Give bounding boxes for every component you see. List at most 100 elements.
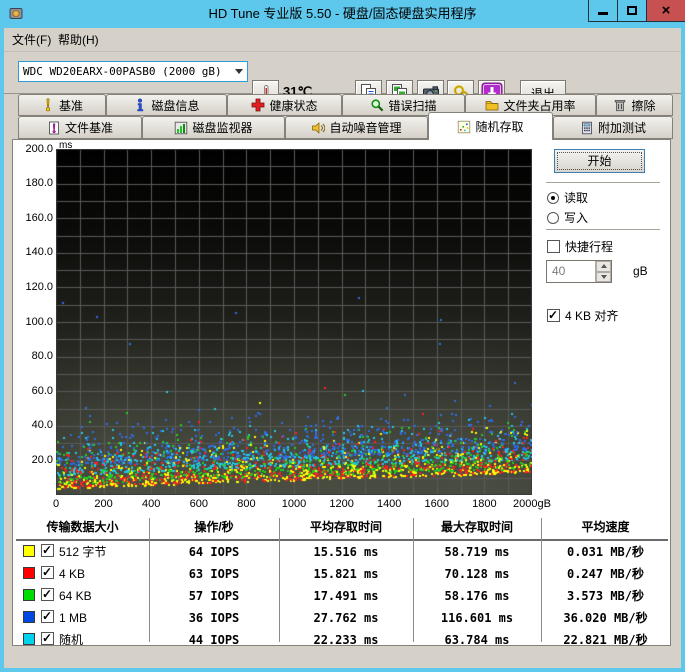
disk-monitor-icon: [175, 121, 188, 134]
window-title: HD Tune 专业版 5.50 - 硬盘/固态硬盘实用程序: [208, 6, 477, 21]
table-row-64kb: 64 KB 57 IOPS 17.491 ms 58.176 ms 3.573 …: [13, 585, 670, 607]
start-button[interactable]: 开始: [554, 149, 645, 173]
avg-access-value: 15.516 ms: [313, 545, 379, 559]
tab-file-benchmark[interactable]: 文件基准: [18, 116, 142, 139]
write-radio[interactable]: [547, 211, 559, 224]
tab-label: 附加测试: [597, 121, 646, 135]
x-tick-label: 600: [189, 498, 208, 510]
avg-speed-value: 22.821 MB/秒: [563, 633, 648, 647]
tab-disk-monitor[interactable]: 磁盘监视器: [142, 116, 285, 139]
client-area: 文件(F) 帮助(H) WDC WD20EARX-00PASB0 (2000 g…: [4, 28, 681, 668]
max-access-value: 58.176 ms: [444, 589, 510, 603]
tab-benchmark[interactable]: 基准: [18, 94, 106, 116]
short-stroke-row[interactable]: 快捷行程: [547, 238, 613, 255]
table-row-512b: 512 字节 64 IOPS 15.516 ms 58.719 ms 0.031…: [13, 541, 670, 563]
tab-label: 磁盘监视器: [192, 121, 253, 135]
series-checkbox[interactable]: [41, 588, 54, 601]
col-header-ops: 操作/秒: [194, 520, 234, 534]
avg-speed-value: 3.573 MB/秒: [566, 589, 645, 603]
y-tick-label: 20.0: [31, 453, 53, 466]
tab-label: 随机存取: [475, 120, 524, 134]
y-tick-label: 180.0: [25, 177, 53, 190]
iops-value: 63 IOPS: [188, 567, 240, 581]
short-stroke-spinner[interactable]: 40: [546, 260, 612, 283]
folder-usage-icon: [486, 101, 499, 111]
y-tick-label: 140.0: [25, 246, 53, 259]
series-checkbox[interactable]: [41, 544, 54, 557]
read-radio[interactable]: [547, 191, 559, 204]
x-tick-label: 1000: [281, 498, 307, 510]
x-tick-label: 1400: [376, 498, 402, 510]
write-radio-row[interactable]: 写入: [547, 209, 588, 226]
title-bar: HD Tune 专业版 5.50 - 硬盘/固态硬盘实用程序 ×: [0, 0, 685, 28]
minimize-button[interactable]: [588, 0, 617, 22]
menu-file[interactable]: 文件(F): [6, 28, 57, 52]
tab-label: 磁盘信息: [151, 98, 200, 113]
read-radio-label: 读取: [564, 191, 589, 205]
align-row[interactable]: 4 KB 对齐: [547, 307, 618, 324]
spinner-down-button[interactable]: [596, 271, 611, 282]
tab-erase[interactable]: 擦除: [596, 94, 673, 116]
table-row-1mb: 1 MB 36 IOPS 27.762 ms 116.601 ms 36.020…: [13, 607, 670, 629]
series-color-swatch: [23, 545, 35, 557]
x-tick-label: 800: [237, 498, 256, 510]
down-arrow-icon: [600, 274, 607, 279]
series-checkbox[interactable]: [41, 632, 54, 645]
series-label: 4 KB: [59, 567, 86, 581]
avg-access-value: 15.821 ms: [313, 567, 379, 581]
series-label: 1 MB: [59, 611, 88, 625]
read-radio-row[interactable]: 读取: [547, 189, 588, 206]
x-tick-label: 0: [52, 498, 60, 510]
drive-selector[interactable]: WDC WD20EARX-00PASB0 (2000 gB): [18, 61, 248, 82]
x-tick-label: 1200: [329, 498, 354, 510]
table-row-random: 随机 44 IOPS 22.233 ms 63.784 ms 22.821 MB…: [13, 629, 670, 651]
maximize-button[interactable]: [617, 0, 646, 22]
tab-health[interactable]: 健康状态: [227, 94, 342, 116]
x-tick-label: 1600: [424, 498, 450, 510]
focus-ring: [557, 152, 642, 170]
tab-aam[interactable]: 自动噪音管理: [285, 116, 428, 139]
short-stroke-checkbox[interactable]: [547, 240, 560, 253]
y-tick-label: 100.0: [25, 315, 53, 328]
x-tick-label: 400: [142, 498, 161, 510]
menu-bar: 文件(F) 帮助(H): [4, 28, 681, 52]
tab-label: 文件基准: [64, 121, 113, 135]
avg-speed-value: 36.020 MB/秒: [563, 611, 648, 625]
close-icon: ×: [661, 1, 671, 19]
y-tick-label: 40.0: [31, 419, 53, 432]
close-button[interactable]: ×: [646, 0, 685, 22]
short-stroke-value[interactable]: 40: [547, 261, 595, 282]
tab-disk-info[interactable]: 磁盘信息: [106, 94, 227, 116]
iops-value: 36 IOPS: [188, 611, 240, 625]
tab-label: 健康状态: [269, 98, 318, 113]
error-scan-icon: [371, 99, 384, 112]
separator: [546, 229, 660, 231]
disk-info-icon: [137, 98, 144, 112]
tab-label: 错误扫描: [388, 98, 437, 113]
avg-speed-value: 0.031 MB/秒: [566, 545, 645, 559]
hdtune-window: HD Tune 专业版 5.50 - 硬盘/固态硬盘实用程序 × 文件(F) 帮…: [0, 0, 685, 672]
align-4kb-checkbox[interactable]: [547, 309, 560, 322]
menu-help[interactable]: 帮助(H): [52, 28, 105, 52]
avg-speed-value: 0.247 MB/秒: [566, 567, 645, 581]
aam-speaker-icon: [312, 121, 326, 134]
spinner-up-button[interactable]: [596, 261, 611, 272]
minimize-icon: [598, 12, 608, 15]
avg-access-value: 27.762 ms: [313, 611, 379, 625]
col-header-max-access: 最大存取时间: [440, 520, 513, 534]
drive-selector-value: WDC WD20EARX-00PASB0 (2000 gB): [23, 65, 222, 78]
random-access-panel: ms 20.0 40.0 60.0 80.0 100.0 120.0 140.0 160.0 1…: [12, 139, 671, 647]
health-icon: [252, 98, 265, 112]
series-checkbox[interactable]: [41, 610, 54, 623]
extra-tests-icon: [582, 121, 592, 134]
short-stroke-unit: gB: [633, 264, 648, 278]
series-color-swatch: [23, 567, 35, 579]
tab-random-access[interactable]: 随机存取: [428, 112, 553, 140]
tab-extra-tests[interactable]: 附加测试: [553, 116, 673, 139]
col-header-transfer-size: 传输数据大小: [46, 520, 119, 534]
random-access-icon: [458, 120, 471, 133]
series-color-swatch: [23, 611, 35, 623]
separator: [546, 182, 660, 184]
series-checkbox[interactable]: [41, 566, 54, 579]
up-arrow-icon: [600, 264, 607, 269]
